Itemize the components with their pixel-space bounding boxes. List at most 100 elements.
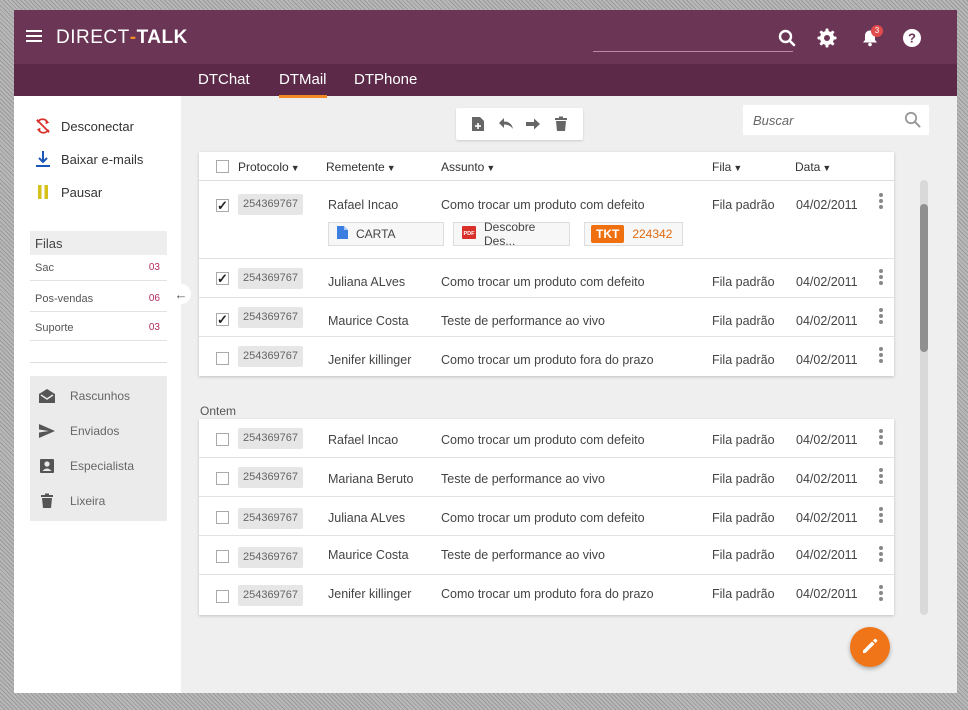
- more-options-icon[interactable]: [877, 585, 885, 601]
- more-options-icon[interactable]: [877, 269, 885, 285]
- queue-name: Suporte: [35, 321, 74, 334]
- folder-label: Lixeira: [70, 494, 106, 508]
- compose-button[interactable]: [850, 627, 890, 667]
- protocol-badge: 254369767: [238, 547, 303, 568]
- queue-item-sac[interactable]: Sac 03: [30, 255, 167, 281]
- protocol-badge: 254369767: [238, 268, 303, 289]
- row-checkbox[interactable]: [216, 511, 229, 524]
- queue-item-suporte[interactable]: Suporte 03: [30, 315, 167, 341]
- download-emails-label: Baixar e-mails: [61, 151, 144, 167]
- notification-bell-icon[interactable]: 3: [859, 25, 883, 49]
- forward-icon[interactable]: [524, 115, 542, 133]
- scrollbar[interactable]: [920, 180, 928, 615]
- queue: Fila padrão: [712, 353, 775, 367]
- attachment-doc[interactable]: CARTA: [328, 222, 444, 246]
- folder-sent[interactable]: Enviados: [38, 423, 119, 439]
- table-row[interactable]: 254369767 Rafael Incao Como trocar um pr…: [199, 419, 894, 458]
- protocol-badge: 254369767: [238, 194, 303, 215]
- more-options-icon[interactable]: [877, 308, 885, 324]
- tab-dtchat[interactable]: DTChat: [198, 71, 250, 88]
- collapse-sidebar-arrow-icon[interactable]: ←: [171, 284, 191, 304]
- more-options-icon[interactable]: [877, 507, 885, 523]
- protocol-badge: 254369767: [238, 428, 303, 449]
- row-checkbox[interactable]: [216, 550, 229, 563]
- row-checkbox[interactable]: [216, 272, 229, 285]
- row-checkbox[interactable]: [216, 472, 229, 485]
- row-checkbox[interactable]: [216, 352, 229, 365]
- queue-name: Pos-vendas: [35, 292, 94, 305]
- scrollbar-thumb[interactable]: [920, 204, 928, 352]
- select-all-checkbox[interactable]: [216, 160, 229, 173]
- more-options-icon[interactable]: [877, 193, 885, 209]
- sidebar-divider: [30, 362, 167, 363]
- protocol-badge: 254369767: [238, 307, 303, 328]
- queue-item-pos-vendas[interactable]: Pos-vendas 06: [30, 286, 167, 312]
- ticket-link[interactable]: TKT 224342: [584, 222, 683, 246]
- menu-icon[interactable]: [26, 30, 42, 44]
- column-queue[interactable]: Fila ▼: [712, 160, 742, 174]
- subject: Teste de performance ao vivo: [441, 548, 605, 562]
- table-row[interactable]: 254369767 Juliana ALves Como trocar um p…: [199, 259, 894, 298]
- row-checkbox[interactable]: [216, 433, 229, 446]
- pause-button[interactable]: Pausar: [35, 184, 102, 200]
- table-row[interactable]: 254369767 Mariana Beruto Teste de perfor…: [199, 458, 894, 497]
- table-row[interactable]: 254369767 Juliana ALves Como trocar um p…: [199, 497, 894, 536]
- search-input[interactable]: [753, 112, 893, 128]
- more-options-icon[interactable]: [877, 546, 885, 562]
- attachment-pdf[interactable]: PDF Descobre Des...: [453, 220, 570, 248]
- new-file-icon[interactable]: [469, 115, 487, 133]
- column-sender[interactable]: Remetente ▼: [326, 160, 396, 174]
- table-row[interactable]: 254369767 Rafael Incao Como trocar um pr…: [199, 181, 894, 259]
- email-list-yesterday: 254369767 Rafael Incao Como trocar um pr…: [199, 419, 894, 615]
- ticket-tag: TKT: [591, 225, 625, 243]
- date: 04/02/2011: [796, 472, 858, 486]
- folder-drafts[interactable]: Rascunhos: [38, 388, 130, 404]
- date: 04/02/2011: [796, 314, 858, 328]
- protocol-badge: 254369767: [238, 467, 303, 488]
- svg-text:PDF: PDF: [464, 231, 476, 237]
- column-protocol[interactable]: Protocolo ▼: [238, 160, 300, 174]
- subject: Como trocar um produto fora do prazo: [441, 587, 654, 601]
- row-checkbox[interactable]: [216, 313, 229, 326]
- download-emails-button[interactable]: Baixar e-mails: [35, 151, 143, 167]
- folder-specialist[interactable]: Especialista: [38, 458, 134, 474]
- protocol-badge: 254369767: [238, 508, 303, 529]
- help-icon[interactable]: ?: [901, 27, 923, 49]
- more-options-icon[interactable]: [877, 347, 885, 363]
- more-options-icon[interactable]: [877, 468, 885, 484]
- ticket-number: 224342: [632, 227, 673, 241]
- top-bar: DIRECT-TALK 3 ?: [14, 10, 957, 64]
- reply-icon[interactable]: [497, 115, 515, 133]
- column-subject[interactable]: Assunto ▼: [441, 160, 495, 174]
- tab-dtmail[interactable]: DTMail: [279, 71, 327, 98]
- date: 04/02/2011: [796, 198, 858, 212]
- search-icon[interactable]: [904, 111, 921, 131]
- gear-icon[interactable]: [816, 27, 838, 49]
- disconnect-button[interactable]: Desconectar: [35, 118, 134, 134]
- pause-label: Pausar: [61, 184, 103, 200]
- date: 04/02/2011: [796, 275, 858, 289]
- header-search-underline[interactable]: [593, 51, 793, 52]
- table-row[interactable]: 254369767 Maurice Costa Teste de perform…: [199, 536, 894, 575]
- column-date[interactable]: Data ▼: [795, 160, 831, 174]
- delete-icon[interactable]: [552, 115, 570, 133]
- notification-badge: 3: [871, 25, 883, 37]
- table-row[interactable]: 254369767 Jenifer killinger Como trocar …: [199, 337, 894, 376]
- date: 04/02/2011: [796, 433, 858, 447]
- download-icon: [35, 151, 51, 167]
- tab-dtphone[interactable]: DTPhone: [354, 71, 417, 88]
- row-checkbox[interactable]: [216, 590, 229, 603]
- queue: Fila padrão: [712, 433, 775, 447]
- row-checkbox[interactable]: [216, 199, 229, 212]
- sender: Jenifer killinger: [328, 353, 412, 367]
- sender: Mariana Beruto: [328, 472, 414, 486]
- search-icon[interactable]: [776, 27, 798, 49]
- subject: Como trocar um produto com defeito: [441, 198, 645, 212]
- more-options-icon[interactable]: [877, 429, 885, 445]
- table-row[interactable]: 254369767 Maurice Costa Teste de perform…: [199, 298, 894, 337]
- sender: Juliana ALves: [328, 511, 406, 525]
- folder-trash[interactable]: Lixeira: [38, 493, 105, 509]
- app-logo: DIRECT-TALK: [56, 27, 188, 48]
- table-row[interactable]: 254369767 Jenifer killinger Como trocar …: [199, 575, 894, 615]
- folder-label: Rascunhos: [70, 389, 131, 403]
